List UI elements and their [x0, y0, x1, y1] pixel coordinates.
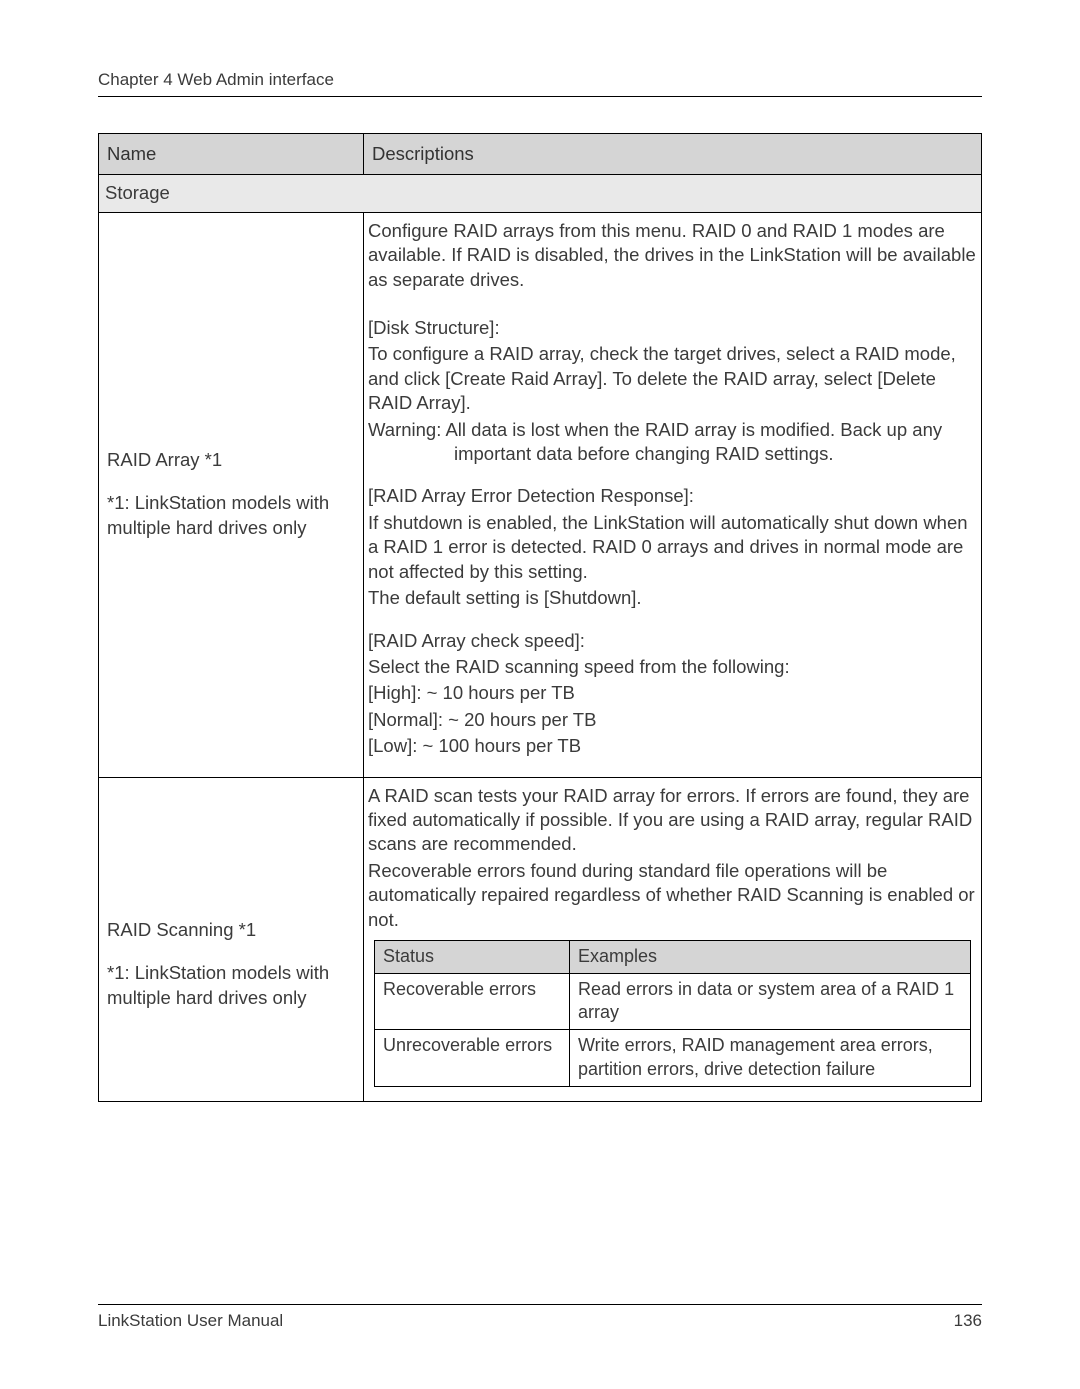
desc-line: [High]: ~ 10 hours per TB	[368, 681, 977, 705]
desc-paragraph: Select the RAID scanning speed from the …	[368, 655, 977, 679]
inner-cell: Read errors in data or system area of a …	[570, 973, 971, 1030]
desc-line: [Normal]: ~ 20 hours per TB	[368, 708, 977, 732]
inner-cell: Recoverable errors	[375, 973, 570, 1030]
settings-table: Name Descriptions Storage RAID Array *1 …	[98, 133, 982, 1102]
table-row: RAID Array *1 *1: LinkStation models wit…	[99, 212, 982, 777]
desc-paragraph: To configure a RAID array, check the tar…	[368, 342, 977, 415]
desc-cell-raid-scanning: A RAID scan tests your RAID array for er…	[364, 777, 982, 1101]
desc-paragraph: If shutdown is enabled, the LinkStation …	[368, 511, 977, 584]
name-cell-raid-array: RAID Array *1 *1: LinkStation models wit…	[99, 212, 364, 777]
col-header-name: Name	[99, 134, 364, 175]
col-header-descriptions: Descriptions	[364, 134, 982, 175]
inner-cell: Write errors, RAID management area error…	[570, 1030, 971, 1087]
desc-warning: Warning: All data is lost when the RAID …	[368, 418, 977, 467]
desc-paragraph: Configure RAID arrays from this menu. RA…	[368, 219, 977, 292]
name-line: RAID Scanning *1	[107, 918, 355, 943]
inner-cell: Unrecoverable errors	[375, 1030, 570, 1087]
desc-paragraph: A RAID scan tests your RAID array for er…	[368, 784, 977, 857]
desc-heading: [Disk Structure]:	[368, 316, 977, 340]
chapter-heading: Chapter 4 Web Admin interface	[98, 70, 982, 97]
name-line: *1: LinkStation models with multiple har…	[107, 491, 355, 541]
section-row-storage: Storage	[99, 175, 982, 212]
desc-heading: [RAID Array Error Detection Response]:	[368, 484, 977, 508]
table-row: RAID Scanning *1 *1: LinkStation models …	[99, 777, 982, 1101]
desc-heading: [RAID Array check speed]:	[368, 629, 977, 653]
inner-header-status: Status	[375, 940, 570, 973]
table-header-row: Name Descriptions	[99, 134, 982, 175]
desc-line: [Low]: ~ 100 hours per TB	[368, 734, 977, 758]
name-line: *1: LinkStation models with multiple har…	[107, 961, 355, 1011]
desc-cell-raid-array: Configure RAID arrays from this menu. RA…	[364, 212, 982, 777]
status-examples-table: Status Examples Recoverable errors Read …	[374, 940, 971, 1087]
footer-title: LinkStation User Manual	[98, 1311, 283, 1331]
name-line: RAID Array *1	[107, 448, 355, 473]
page-footer: LinkStation User Manual 136	[98, 1304, 982, 1331]
section-label: Storage	[99, 175, 982, 212]
name-cell-raid-scanning: RAID Scanning *1 *1: LinkStation models …	[99, 777, 364, 1101]
page-number: 136	[954, 1311, 982, 1331]
desc-paragraph: The default setting is [Shutdown].	[368, 586, 977, 610]
inner-header-examples: Examples	[570, 940, 971, 973]
desc-paragraph: Recoverable errors found during standard…	[368, 859, 977, 932]
